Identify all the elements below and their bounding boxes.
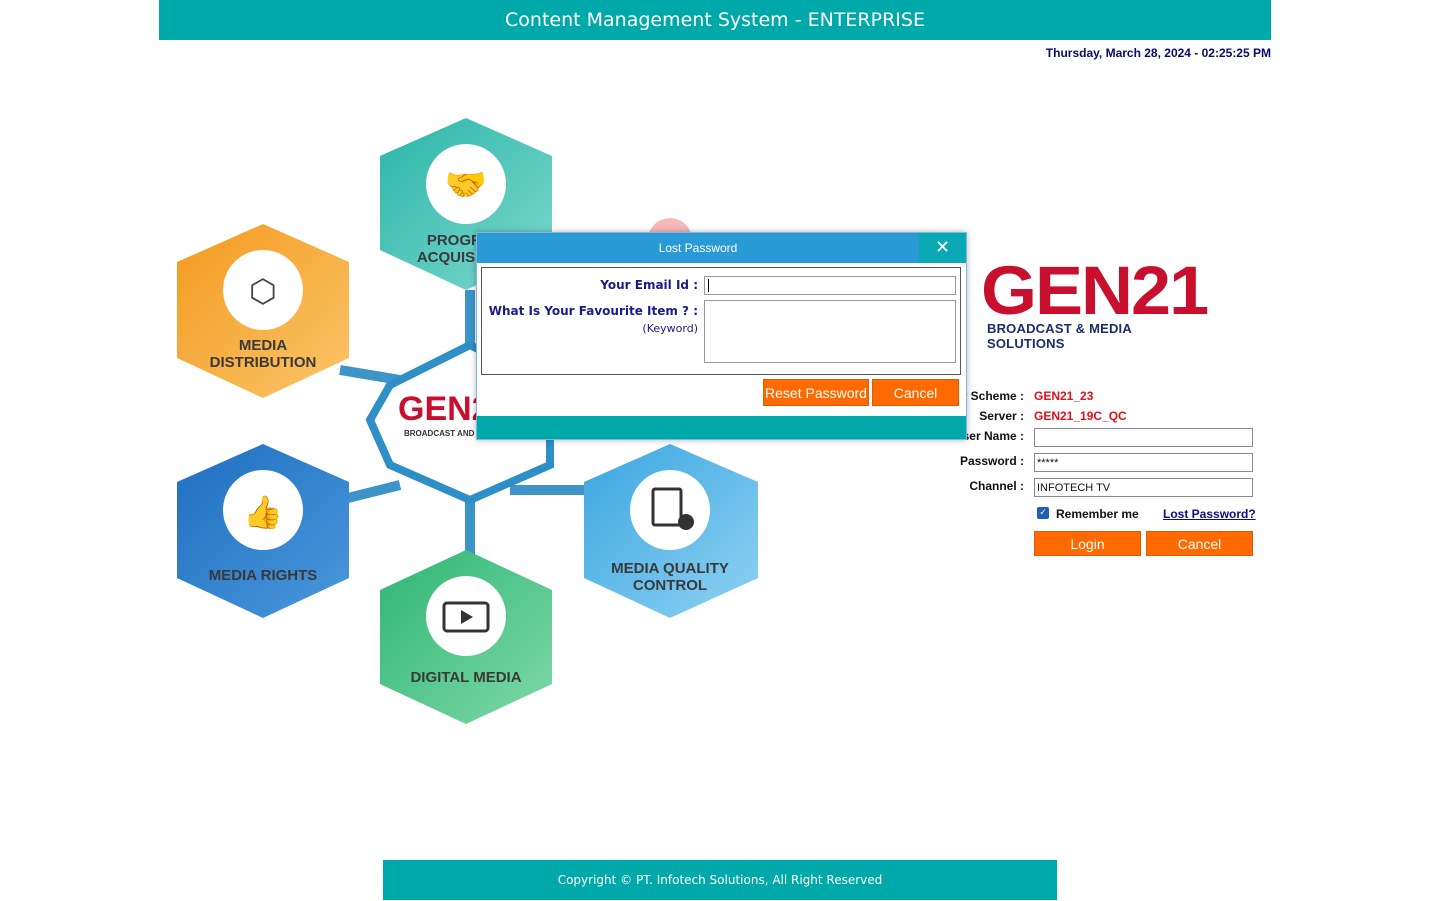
channel-label: Channel : — [969, 479, 1024, 493]
dialog-form: Your Email Id : What Is Your Favourite I… — [481, 267, 961, 375]
footer-bar: Copyright © PT. Infotech Solutions, All … — [383, 860, 1057, 900]
dialog-footer-bar — [477, 416, 966, 439]
module-label-line1: MEDIA RIGHTS — [209, 567, 318, 584]
module-label-line1: MEDIA QUALITY — [611, 560, 729, 577]
brand-name: GEN21 — [981, 253, 1209, 329]
email-label: Your Email Id : — [600, 278, 698, 292]
module-media-quality-control: MEDIA QUALITY CONTROL — [584, 444, 758, 618]
question-label: What Is Your Favourite Item ? : — [488, 304, 698, 318]
module-label-line1: MEDIA — [239, 337, 288, 354]
text-caret — [708, 279, 709, 292]
module-digital-media: DIGITAL MEDIA — [380, 550, 552, 724]
scheme-value: GEN21_23 — [1034, 389, 1094, 403]
close-icon[interactable]: ✕ — [919, 233, 966, 263]
lost-password-link[interactable]: Lost Password? — [1163, 507, 1256, 521]
username-input[interactable] — [1034, 428, 1253, 447]
dialog-cancel-button[interactable]: Cancel — [872, 379, 959, 406]
module-media-rights: 👍 MEDIA RIGHTS — [177, 444, 349, 618]
thumbs-up-icon: 👍 — [243, 493, 283, 531]
module-label-line2: DISTRIBUTION — [210, 354, 317, 371]
remember-me-label: Remember me — [1056, 507, 1139, 521]
password-input[interactable]: ***** — [1034, 453, 1253, 472]
login-button[interactable]: Login — [1034, 531, 1141, 556]
distribution-cube-icon: ⬡ — [249, 272, 277, 310]
login-cancel-button[interactable]: Cancel — [1146, 531, 1253, 556]
reset-password-button[interactable]: Reset Password — [763, 379, 869, 406]
module-media-distribution: ⬡ MEDIA DISTRIBUTION — [177, 224, 349, 398]
password-label: Password : — [959, 454, 1024, 468]
remember-me-checkbox[interactable]: ✓ — [1037, 507, 1049, 519]
module-label-line1: DIGITAL MEDIA — [410, 669, 521, 686]
channel-input[interactable]: INFOTECH TV — [1034, 478, 1253, 497]
app-title-bar: Content Management System - ENTERPRISE — [159, 0, 1271, 40]
modules-graphic-svg: GEN21 BROADCAST AND MEDIA SOLUTIONS 🤝 PR… — [177, 118, 758, 724]
dialog-title: Lost Password — [477, 233, 919, 263]
lost-password-dialog: Lost Password ✕ Your Email Id : What Is … — [476, 232, 967, 440]
brand-logo: GEN21 BROADCAST & MEDIA SOLUTIONS — [981, 255, 1211, 351]
handshake-icon: 🤝 — [445, 165, 487, 205]
copyright-text: Copyright © PT. Infotech Solutions, All … — [557, 873, 883, 887]
question-hint: (Keyword) — [642, 322, 698, 335]
server-value: GEN21_19C_QC — [1034, 409, 1127, 423]
keyword-field[interactable] — [704, 300, 956, 363]
modules-graphic: GEN21 BROADCAST AND MEDIA SOLUTIONS 🤝 PR… — [150, 100, 810, 780]
current-datetime: Thursday, March 28, 2024 - 02:25:25 PM — [1045, 46, 1271, 60]
email-field[interactable] — [704, 276, 956, 295]
app-title: Content Management System - ENTERPRISE — [505, 9, 925, 31]
module-label-line2: CONTROL — [633, 577, 707, 594]
